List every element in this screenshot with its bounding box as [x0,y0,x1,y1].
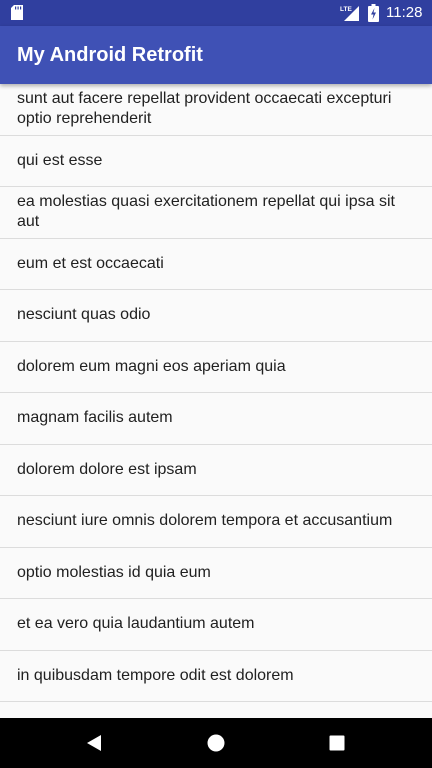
recents-icon[interactable] [329,735,345,751]
status-clock: 11:28 [386,4,423,21]
list-item-title: in quibusdam tempore odit est dolorem [17,666,294,684]
list-item[interactable]: eum et est occaecati [0,239,432,290]
list-item[interactable]: nesciunt iure omnis dolorem tempora et a… [0,496,432,548]
app-bar: My Android Retrofit [0,26,432,84]
list-item[interactable]: optio molestias id quia eum [0,548,432,599]
list-item-title: ea molestias quasi exercitationem repell… [17,193,395,231]
list-item[interactable]: sunt aut facere repellat provident occae… [0,84,432,136]
back-icon[interactable] [86,734,102,752]
list-item[interactable]: dolorem dolore est ipsam [0,445,432,496]
list-item-title: nesciunt quas odio [17,306,151,324]
list-item[interactable]: qui est esse [0,136,432,187]
list-item[interactable]: magnam facilis autem [0,393,432,445]
status-bar: LTE 11:28 [0,0,432,26]
list-item-title: optio molestias id quia eum [17,563,211,581]
post-list[interactable]: sunt aut facere repellat provident occae… [0,84,432,718]
list-item-title: dolorem dolore est ipsam [17,460,197,478]
list-item[interactable]: et ea vero quia laudantium autem [0,599,432,651]
list-item[interactable]: dolorem eum magni eos aperiam quia [0,342,432,393]
list-item[interactable]: ea molestias quasi exercitationem repell… [0,187,432,239]
lte-signal-icon: LTE [340,6,359,21]
list-item-title: sunt aut facere repellat provident occae… [17,90,392,128]
home-icon[interactable] [207,734,225,752]
app-title: My Android Retrofit [17,44,203,66]
battery-charging-icon [368,4,379,22]
list-item-title: et ea vero quia laudantium autem [17,615,255,633]
list-item-title: dolorem eum magni eos aperiam quia [17,357,286,375]
navigation-bar [0,718,432,768]
list-item-title: eum et est occaecati [17,254,164,272]
list-item[interactable]: in quibusdam tempore odit est dolorem [0,651,432,702]
list-item-title: nesciunt iure omnis dolorem tempora et a… [17,512,393,530]
list-item-title: magnam facilis autem [17,409,173,427]
phone-screen: LTE 11:28 My Android Retrofit sunt aut f… [0,0,432,768]
sd-card-icon [11,5,23,20]
lte-label: LTE [340,6,352,13]
list-item-title: qui est esse [17,151,103,169]
list-item[interactable]: nesciunt quas odio [0,290,432,342]
